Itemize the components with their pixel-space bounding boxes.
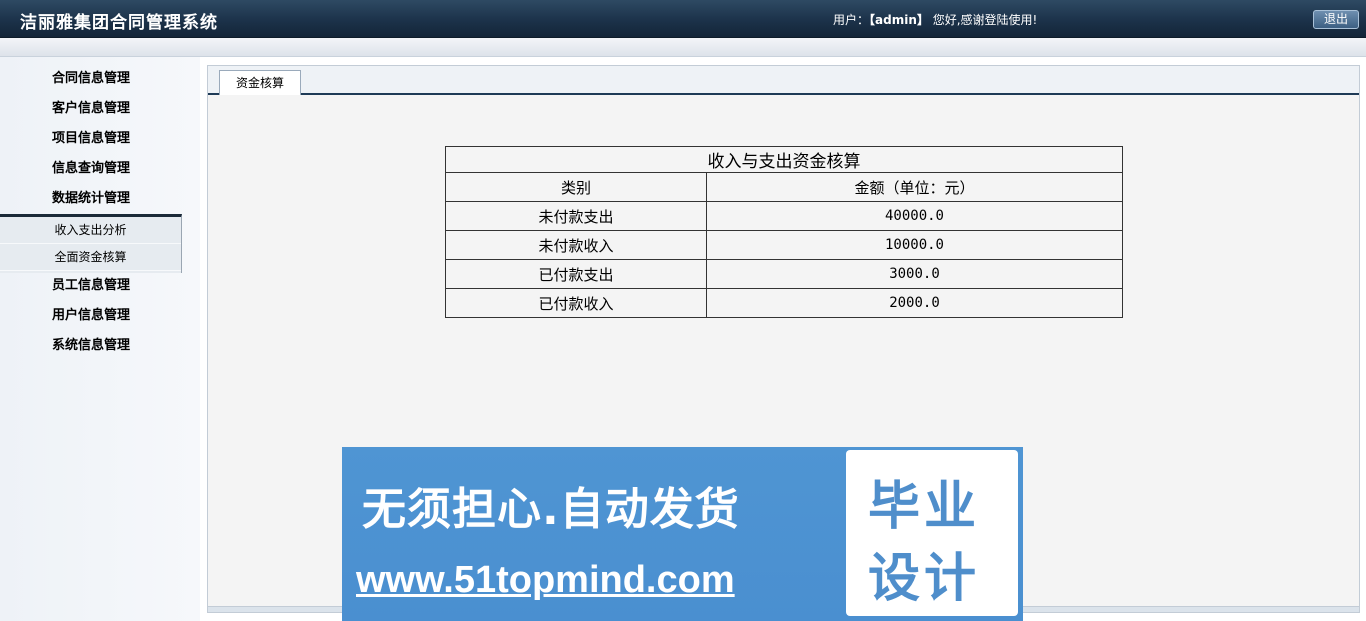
sidebar-item-statistics[interactable]: 数据统计管理	[0, 184, 182, 214]
table-row: 已付款支出 3000.0	[445, 259, 1123, 289]
row-amount: 3000.0	[706, 259, 1123, 289]
submenu-item-fund-accounting[interactable]: 全面资金核算	[0, 244, 181, 271]
logout-button[interactable]: 退出	[1313, 10, 1359, 29]
toolbar-strip	[0, 38, 1366, 57]
tab-bar: 资金核算	[208, 66, 1359, 95]
row-amount: 10000.0	[706, 230, 1123, 260]
sidebar-item-customer[interactable]: 客户信息管理	[0, 94, 182, 124]
row-category: 已付款支出	[445, 259, 707, 289]
sidebar-item-system[interactable]: 系统信息管理	[0, 331, 182, 361]
user-name: 【admin】	[869, 13, 929, 27]
statistics-submenu: 收入支出分析 全面资金核算	[0, 214, 182, 273]
table-row: 已付款收入 2000.0	[445, 288, 1123, 318]
submenu-item-income-expense[interactable]: 收入支出分析	[0, 217, 181, 244]
table-caption: 收入与支出资金核算	[445, 146, 1123, 173]
app-title: 洁丽雅集团合同管理系统	[20, 13, 218, 33]
sidebar-item-query[interactable]: 信息查询管理	[0, 154, 182, 184]
sidebar-item-project[interactable]: 项目信息管理	[0, 124, 182, 154]
table-row: 未付款收入 10000.0	[445, 230, 1123, 260]
tab-fund-accounting[interactable]: 资金核算	[219, 70, 301, 95]
top-header: 洁丽雅集团合同管理系统 用户：【admin】 您好,感谢登陆使用! 退出	[0, 0, 1366, 38]
table-row: 未付款支出 40000.0	[445, 201, 1123, 231]
column-header-category: 类别	[445, 172, 707, 202]
user-prefix: 用户：	[833, 13, 870, 27]
sidebar-item-employee[interactable]: 员工信息管理	[0, 271, 182, 301]
row-category: 已付款收入	[445, 288, 707, 318]
row-category: 未付款支出	[445, 201, 707, 231]
sidebar-item-user[interactable]: 用户信息管理	[0, 301, 182, 331]
row-amount: 40000.0	[706, 201, 1123, 231]
column-header-amount: 金额（单位：元）	[706, 172, 1123, 202]
row-amount: 2000.0	[706, 288, 1123, 318]
sidebar: 合同信息管理 客户信息管理 项目信息管理 信息查询管理 数据统计管理 收入支出分…	[0, 57, 200, 621]
ad-badge-line2: 设计	[868, 549, 981, 609]
ad-slogan: 无须担心.自动发货	[362, 484, 740, 535]
ad-url-link[interactable]: www.51topmind.com	[356, 559, 735, 602]
ad-banner[interactable]: 无须担心.自动发货 www.51topmind.com 毕业 设计	[342, 447, 1023, 621]
sidebar-item-contract[interactable]: 合同信息管理	[0, 64, 182, 94]
row-category: 未付款收入	[445, 230, 707, 260]
ad-badge-line1: 毕业	[868, 477, 981, 537]
user-greeting: 用户：【admin】 您好,感谢登陆使用!	[833, 11, 1037, 28]
ad-badge: 毕业 设计	[846, 450, 1018, 616]
user-suffix: 您好,感谢登陆使用!	[928, 13, 1038, 27]
fund-accounting-table: 收入与支出资金核算 类别 金额（单位：元） 未付款支出 40000.0 未付款收…	[445, 146, 1123, 318]
